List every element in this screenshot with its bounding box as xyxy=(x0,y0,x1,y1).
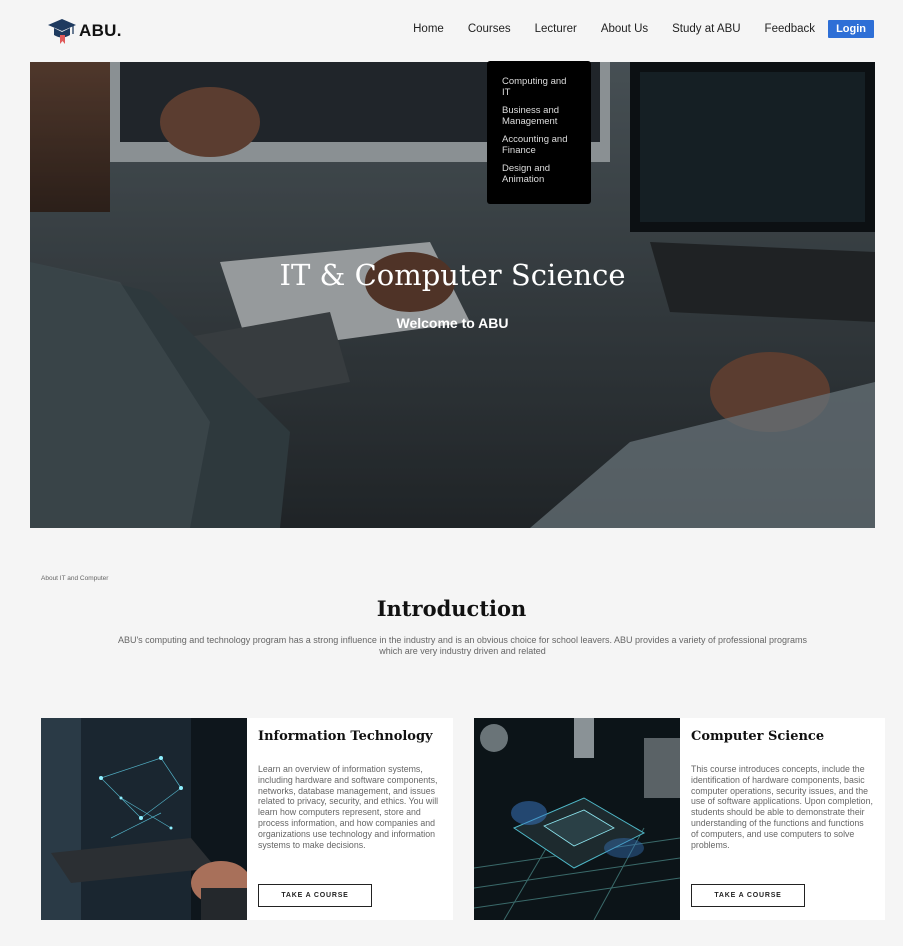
take-course-button[interactable]: TAKE A COURSE xyxy=(691,884,805,907)
course-description: Learn an overview of information systems… xyxy=(258,764,439,850)
course-card-cs: Computer Science This course introduces … xyxy=(474,718,885,920)
login-button[interactable]: Login xyxy=(828,20,874,38)
main-nav: Home Courses Lecturer About Us Study at … xyxy=(389,20,874,38)
nav-lecturer[interactable]: Lecturer xyxy=(535,23,577,35)
course-title: Information Technology xyxy=(258,729,433,744)
nav-study-at-abu[interactable]: Study at ABU xyxy=(672,23,740,35)
breadcrumb: About IT and Computer xyxy=(41,575,109,582)
nav-feedback[interactable]: Feedback xyxy=(765,23,816,35)
take-course-button[interactable]: TAKE A COURSE xyxy=(258,884,372,907)
dropdown-item-design-animation[interactable]: Design and Animation xyxy=(502,163,577,185)
course-image-it xyxy=(41,718,247,920)
hero-title: IT & Computer Science xyxy=(279,258,626,292)
intro-title: Introduction xyxy=(376,596,527,621)
course-card-body: Computer Science This course introduces … xyxy=(691,718,873,850)
courses-dropdown: Computing and IT Business and Management… xyxy=(487,61,591,204)
dropdown-item-business-management[interactable]: Business and Management xyxy=(502,105,577,127)
hero-subtitle: Welcome to ABU xyxy=(396,315,509,331)
intro-text: ABU's computing and technology program h… xyxy=(117,635,808,656)
site-header: ABU. Home Courses Lecturer About Us Stud… xyxy=(0,0,903,62)
dropdown-item-computing-it[interactable]: Computing and IT xyxy=(502,76,577,98)
course-card-it: Information Technology Learn an overview… xyxy=(41,718,453,920)
course-description: This course introduces concepts, include… xyxy=(691,764,873,850)
dropdown-item-accounting-finance[interactable]: Accounting and Finance xyxy=(502,134,577,156)
logo-text: ABU. xyxy=(79,21,122,40)
course-card-body: Information Technology Learn an overview… xyxy=(258,718,441,850)
nav-home[interactable]: Home xyxy=(413,23,444,35)
course-image-cs xyxy=(474,718,680,920)
graduation-cap-icon xyxy=(48,19,76,44)
nav-about-us[interactable]: About Us xyxy=(601,23,648,35)
logo[interactable]: ABU. xyxy=(47,16,122,46)
course-title: Computer Science xyxy=(691,729,825,744)
hero-banner: IT & Computer Science Welcome to ABU xyxy=(30,62,875,528)
hero-image xyxy=(30,62,875,528)
nav-courses[interactable]: Courses xyxy=(468,23,511,35)
